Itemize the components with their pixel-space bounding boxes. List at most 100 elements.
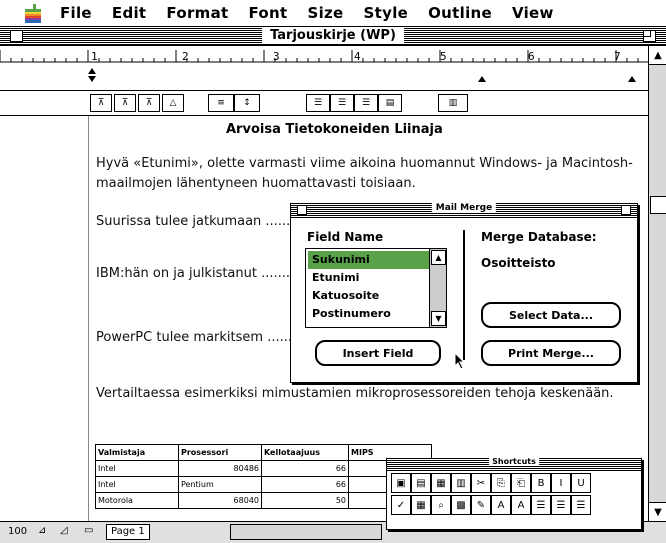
ruler-label: 2 (182, 50, 189, 63)
shortcuts-title: Shortcuts (489, 457, 539, 466)
spell-check-icon[interactable]: ✓ (391, 495, 411, 515)
align-left-tab-icon[interactable]: ⊼ (90, 94, 112, 112)
first-line-indent-icon[interactable] (88, 76, 96, 82)
cut-icon[interactable]: ✂ (471, 473, 491, 493)
field-list-item[interactable]: Etunimi (308, 269, 430, 287)
ruler[interactable]: 1 2 3 4 5 6 7 (0, 46, 648, 91)
merge-database-value: Osoitteisto (481, 256, 556, 270)
paragraph: Vertailtaessa esimerkiksi mimustamien mi… (96, 386, 614, 401)
table-header-row: Valmistaja Prosessori Kellotaajuus MIPS (95, 444, 432, 461)
field-list[interactable]: Sukunimi Etunimi Katuosoite Postinumero … (305, 248, 447, 328)
page-indicator[interactable]: Page 1 (106, 524, 150, 540)
underline-icon[interactable]: U (571, 473, 591, 493)
left-indent-marker-icon[interactable] (88, 68, 96, 74)
menu-edit[interactable]: Edit (112, 4, 147, 22)
line-spacing-single-icon[interactable]: ≡ (208, 94, 234, 112)
zoom-box-icon[interactable] (621, 205, 631, 215)
menu-font[interactable]: Font (248, 4, 287, 22)
zoom-in-icon[interactable]: ◿ (60, 525, 68, 536)
print-merge-button[interactable]: Print Merge... (481, 340, 621, 366)
justify-left-icon[interactable]: ☰ (306, 94, 330, 112)
window-title: Tarjouskirje (WP) (262, 28, 404, 43)
menu-style[interactable]: Style (364, 4, 409, 22)
horizontal-scrollbar[interactable] (230, 524, 382, 540)
zoom-level[interactable]: 100 (8, 526, 27, 537)
scroll-down-arrow-icon[interactable]: ▼ (649, 502, 666, 521)
copy-icon[interactable]: ⎘ (491, 473, 511, 493)
font-larger-icon[interactable]: A (491, 495, 511, 515)
close-box-icon[interactable] (297, 205, 307, 215)
shortcuts-palette: Shortcuts ▣ ▤ ▦ ▥ ✂ ⎘ ⎗ B I U ✓ ▦ ⌕ ▩ ✎ … (386, 457, 642, 530)
scroll-up-arrow-icon[interactable]: ▲ (431, 250, 446, 265)
ruler-label: 7 (614, 50, 621, 63)
italic-icon[interactable]: I (551, 473, 571, 493)
ruler-label: 6 (528, 50, 535, 63)
menu-format[interactable]: Format (166, 4, 228, 22)
align-center-icon[interactable]: ☰ (551, 495, 571, 515)
paste-icon[interactable]: ⎗ (511, 473, 531, 493)
vertical-scrollbar[interactable]: ▲ ▼ (648, 46, 666, 521)
justify-full-icon[interactable]: ▤ (378, 94, 402, 112)
save-icon[interactable]: ▦ (431, 473, 451, 493)
table-row: Intel 80486 66 (95, 460, 432, 477)
page-margin-line (88, 116, 89, 521)
menu-bar: File Edit Format Font Size Style Outline… (0, 0, 666, 27)
decimal-tab-icon[interactable]: △ (162, 94, 184, 112)
menu-outline[interactable]: Outline (428, 4, 492, 22)
align-left-icon[interactable]: ☰ (531, 495, 551, 515)
mail-merge-titlebar[interactable]: Mail Merge (291, 203, 637, 218)
justify-right-icon[interactable]: ☰ (354, 94, 378, 112)
menu-view[interactable]: View (512, 4, 554, 22)
scroll-thumb[interactable] (650, 196, 666, 214)
justify-center-icon[interactable]: ☰ (330, 94, 354, 112)
menu-file[interactable]: File (60, 4, 92, 22)
right-indent-marker-icon[interactable] (628, 76, 636, 82)
table-cell: 66 (261, 476, 349, 493)
field-list-scrollbar[interactable]: ▲ ▼ (429, 249, 446, 327)
dialog-divider (463, 230, 465, 360)
table-cell: Pentium (178, 476, 262, 493)
font-smaller-icon[interactable]: A (511, 495, 531, 515)
bold-icon[interactable]: B (531, 473, 551, 493)
table-icon[interactable]: ▦ (411, 495, 431, 515)
insert-picture-icon[interactable]: ▩ (451, 495, 471, 515)
tab-stop-icon[interactable] (478, 76, 486, 82)
align-right-tab-icon[interactable]: ⊼ (138, 94, 160, 112)
table-cell: 66 (261, 460, 349, 477)
align-right-icon[interactable]: ☰ (571, 495, 591, 515)
apple-menu-icon[interactable] (20, 2, 46, 24)
ruler-label: 1 (91, 50, 98, 63)
select-data-button[interactable]: Select Data... (481, 302, 621, 328)
data-table: Valmistaja Prosessori Kellotaajuus MIPS … (95, 444, 432, 509)
ruler-label: 4 (354, 50, 361, 63)
scroll-up-arrow-icon[interactable]: ▲ (649, 46, 666, 65)
window-titlebar[interactable]: Tarjouskirje (WP) (0, 27, 666, 46)
table-cell: Intel (95, 476, 179, 493)
table-cell: 50 (261, 492, 349, 509)
open-doc-icon[interactable]: ▤ (411, 473, 431, 493)
new-doc-icon[interactable]: ▣ (391, 473, 411, 493)
ruler-label: 3 (273, 50, 280, 63)
page-view-icon[interactable]: ▭ (84, 525, 93, 536)
find-icon[interactable]: ⌕ (431, 495, 451, 515)
field-list-item[interactable]: Katuosoite (308, 287, 430, 305)
scroll-down-arrow-icon[interactable]: ▼ (431, 311, 446, 326)
format-painter-icon[interactable]: ✎ (471, 495, 491, 515)
close-box-icon[interactable] (10, 30, 23, 42)
table-cell: 68040 (178, 492, 262, 509)
shortcuts-titlebar[interactable]: Shortcuts (387, 457, 641, 471)
zoom-out-icon[interactable]: ⊿ (38, 525, 46, 536)
zoom-box-icon[interactable] (643, 30, 656, 42)
insert-field-button[interactable]: Insert Field (315, 340, 441, 366)
print-icon[interactable]: ▥ (451, 473, 471, 493)
menu-size[interactable]: Size (307, 4, 343, 22)
field-list-item[interactable]: Postinumero (308, 305, 430, 323)
line-spacing-icon[interactable]: ↕ (234, 94, 260, 112)
align-center-tab-icon[interactable]: ⊼ (114, 94, 136, 112)
mail-merge-title: Mail Merge (431, 203, 497, 213)
mouse-pointer-icon (454, 352, 466, 370)
field-list-item-selected[interactable]: Sukunimi (308, 251, 430, 269)
table-header: Kellotaajuus (261, 444, 349, 461)
columns-icon[interactable]: ▥ (438, 94, 468, 112)
table-header: Prosessori (178, 444, 262, 461)
